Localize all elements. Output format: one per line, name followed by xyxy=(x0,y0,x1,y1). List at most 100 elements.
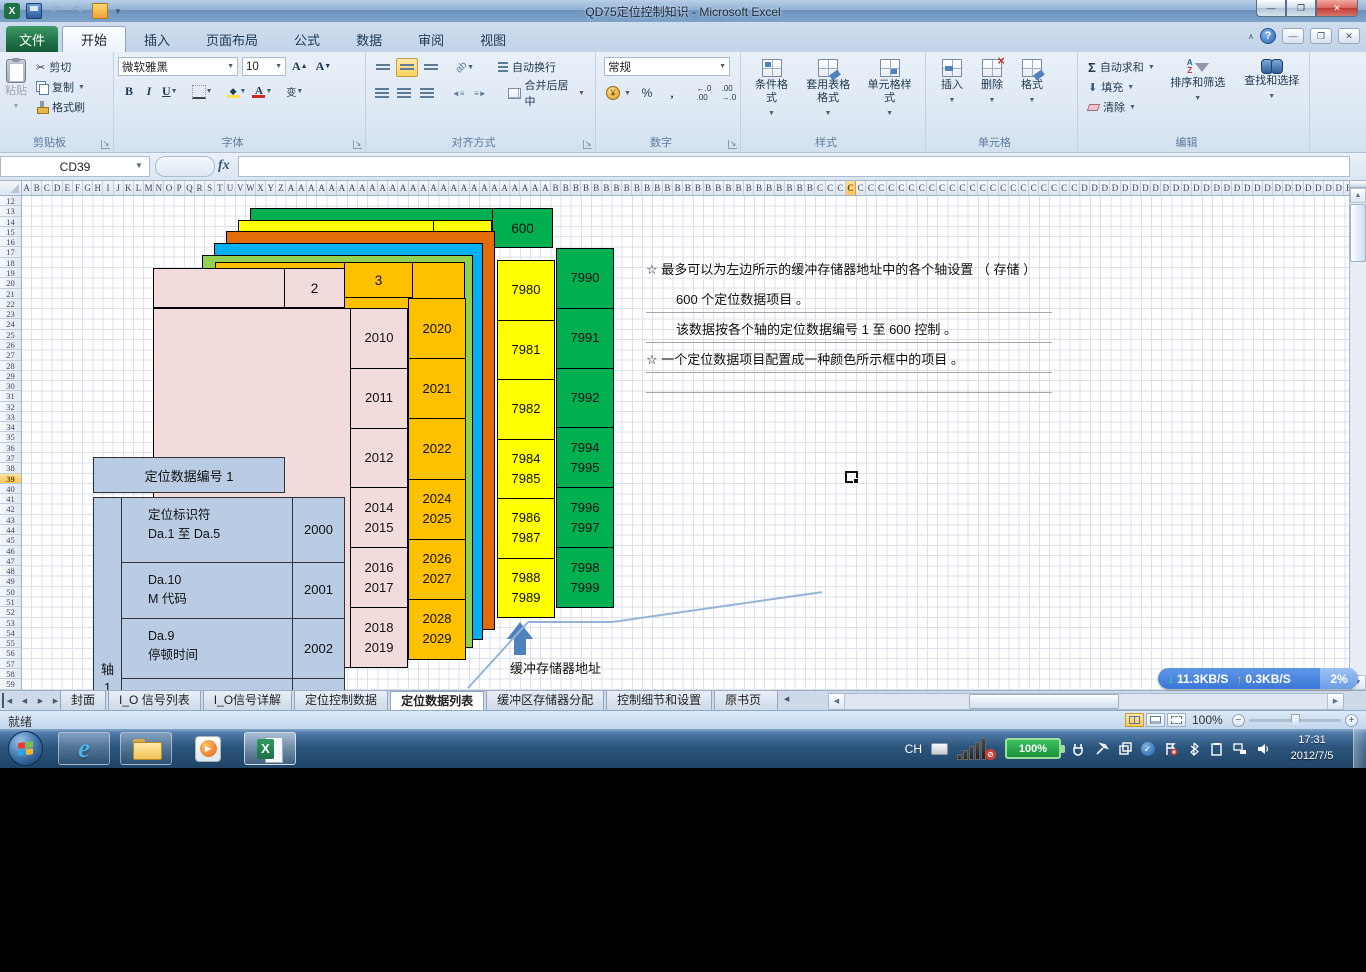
note-line[interactable]: 600 个定位数据项目 。 xyxy=(676,288,809,312)
close-button[interactable]: ✕ xyxy=(1316,0,1358,17)
first-sheet-icon[interactable]: ◀ xyxy=(2,693,15,708)
column-header[interactable]: D xyxy=(1202,181,1212,195)
row-header[interactable]: 39 xyxy=(0,474,21,484)
row-header[interactable]: 12 xyxy=(0,196,21,206)
page-break-view-button[interactable] xyxy=(1167,713,1186,727)
align-top-button[interactable] xyxy=(372,58,394,77)
row-header[interactable]: 28 xyxy=(0,361,21,371)
column-header[interactable]: A xyxy=(297,181,307,195)
column-header[interactable]: B xyxy=(693,181,703,195)
clear-button[interactable]: 清除▼ xyxy=(1084,97,1159,117)
row-header[interactable]: 51 xyxy=(0,597,21,607)
sheet-tab[interactable]: 缓冲区存储器分配 xyxy=(486,691,604,711)
cut-button[interactable]: ✂剪切 xyxy=(32,57,89,77)
column-header[interactable]: A xyxy=(531,181,541,195)
row-header[interactable]: 22 xyxy=(0,299,21,309)
collapse-ribbon-icon[interactable]: ∧ xyxy=(1248,32,1254,41)
column-header[interactable]: A xyxy=(439,181,449,195)
column-header[interactable]: B xyxy=(724,181,734,195)
name-box[interactable]: CD39 xyxy=(0,156,150,177)
sheet2-top-bar[interactable]: 2 xyxy=(153,268,345,308)
taskbar-explorer-button[interactable] xyxy=(120,732,172,765)
network-signal-icon[interactable]: ⊘ xyxy=(957,738,996,760)
column-header[interactable]: A xyxy=(419,181,429,195)
workbook-restore-button[interactable]: ❐ xyxy=(1310,28,1332,44)
column-header[interactable]: D xyxy=(1110,181,1120,195)
column-header[interactable]: A xyxy=(459,181,469,195)
column-header[interactable]: C xyxy=(1049,181,1059,195)
security-shield-icon[interactable]: ✓ xyxy=(1140,741,1155,756)
sheet2-address-column[interactable]: 2010201120122014 20152016 20172018 2019 xyxy=(350,308,408,668)
underline-button[interactable]: U▼ xyxy=(160,82,180,101)
number-dialog-launcher[interactable]: ↘ xyxy=(728,140,737,149)
column-header[interactable]: E xyxy=(63,181,73,195)
column-header[interactable]: A xyxy=(286,181,296,195)
action-center-flag-icon[interactable] xyxy=(1163,741,1178,756)
row-header[interactable]: 53 xyxy=(0,618,21,628)
row-header[interactable]: 27 xyxy=(0,350,21,360)
select-all-corner[interactable] xyxy=(0,181,22,196)
sheet1-header[interactable]: 定位数据编号 1 xyxy=(93,457,285,493)
ribbon-tab[interactable]: 开始 xyxy=(62,26,126,52)
decrease-decimal-button[interactable]: .00→.0 xyxy=(720,84,738,103)
row-header[interactable]: 43 xyxy=(0,515,21,525)
taskbar-mediaplayer-button[interactable]: ▶ xyxy=(182,732,234,765)
column-header[interactable]: C xyxy=(988,181,998,195)
align-middle-button[interactable] xyxy=(396,58,418,77)
column-header[interactable]: D xyxy=(1141,181,1151,195)
column-header[interactable]: D xyxy=(1263,181,1273,195)
row-header[interactable]: 13 xyxy=(0,206,21,216)
column-header[interactable]: C xyxy=(876,181,886,195)
column-header[interactable]: C xyxy=(856,181,866,195)
column-header[interactable]: C xyxy=(937,181,947,195)
bold-button[interactable]: B xyxy=(120,82,138,101)
column-header[interactable]: B xyxy=(734,181,744,195)
tool-icon[interactable] xyxy=(1094,741,1109,756)
scroll-up-icon[interactable]: ▲ xyxy=(1350,188,1366,203)
zoom-thumb[interactable] xyxy=(1291,714,1300,727)
column-header[interactable]: C xyxy=(836,181,846,195)
column-header[interactable]: D xyxy=(1121,181,1131,195)
column-header[interactable]: S xyxy=(205,181,215,195)
column-header[interactable]: V xyxy=(236,181,246,195)
sheet3-address-column[interactable]: 2020202120222024 20252026 20272028 2029 xyxy=(408,298,466,660)
column-header[interactable]: I xyxy=(103,181,113,195)
column-header[interactable]: C xyxy=(846,181,856,195)
column-header[interactable]: N xyxy=(154,181,164,195)
note-line[interactable]: 该数据按各个轴的定位数据编号 1 至 600 控制 。 xyxy=(676,318,957,342)
ribbon-tab[interactable]: 公式 xyxy=(276,26,338,52)
column-header[interactable]: D xyxy=(1232,181,1242,195)
workbook-minimize-button[interactable]: — xyxy=(1282,28,1304,44)
column-header[interactable]: B xyxy=(805,181,815,195)
ribbon-tab[interactable]: 插入 xyxy=(126,26,188,52)
italic-button[interactable]: I xyxy=(140,82,158,101)
column-header[interactable]: U xyxy=(225,181,235,195)
column-header[interactable]: B xyxy=(754,181,764,195)
volume-icon[interactable] xyxy=(1255,741,1270,756)
column-header[interactable]: D xyxy=(1324,181,1334,195)
network-pc-icon[interactable] xyxy=(1232,741,1247,756)
column-header[interactable]: D xyxy=(1304,181,1314,195)
normal-view-button[interactable] xyxy=(1125,713,1144,727)
column-header[interactable]: Q xyxy=(185,181,195,195)
column-header[interactable]: D xyxy=(1253,181,1263,195)
column-header[interactable]: A xyxy=(317,181,327,195)
font-color-button[interactable]: A▼ xyxy=(250,82,274,101)
row-header[interactable]: 37 xyxy=(0,453,21,463)
column-header[interactable]: A xyxy=(388,181,398,195)
font-dialog-launcher[interactable]: ↘ xyxy=(353,140,362,149)
vertical-scroll-thumb[interactable] xyxy=(1350,204,1366,262)
row-header[interactable]: 31 xyxy=(0,391,21,401)
column-header[interactable]: B xyxy=(642,181,652,195)
row-header[interactable]: 52 xyxy=(0,607,21,617)
column-header[interactable]: B xyxy=(592,181,602,195)
start-button[interactable] xyxy=(8,731,43,766)
sheet-tab[interactable]: 定位控制数据 xyxy=(294,691,388,711)
row-header[interactable]: 54 xyxy=(0,628,21,638)
row-header[interactable]: 25 xyxy=(0,330,21,340)
column-header[interactable]: F xyxy=(73,181,83,195)
row-header[interactable]: 32 xyxy=(0,402,21,412)
sheet-tab[interactable]: 定位数据列表 xyxy=(390,691,484,711)
ribbon-tab[interactable]: 数据 xyxy=(338,26,400,52)
zoom-level[interactable]: 100% xyxy=(1192,713,1223,727)
